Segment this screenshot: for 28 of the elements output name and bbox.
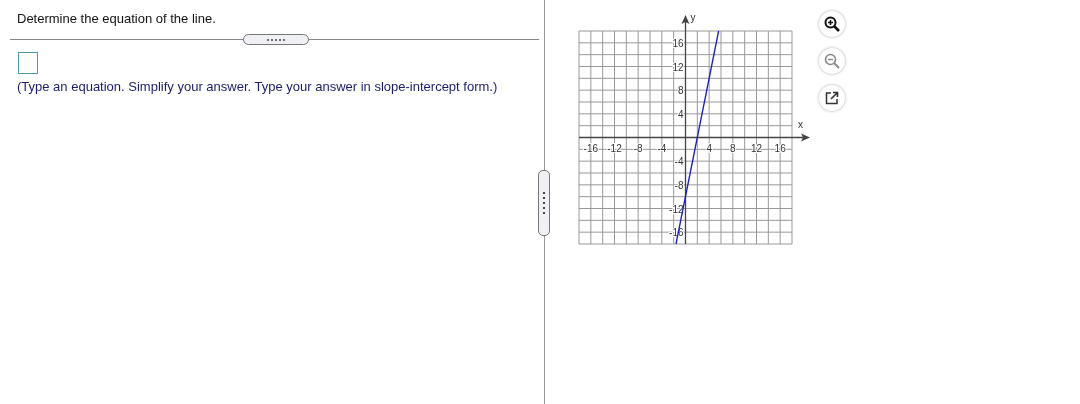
resize-handle[interactable]: [538, 170, 550, 236]
tick-label: 8: [730, 142, 736, 154]
tick-label: 8: [677, 85, 684, 97]
tick-label: 12: [750, 142, 763, 154]
tick-label: -8: [674, 179, 684, 191]
zoom-out-button[interactable]: [819, 48, 845, 74]
tick-label: -12: [607, 142, 622, 154]
tick-label: -4: [674, 156, 684, 168]
tick-label: 16: [774, 142, 786, 154]
resize-handle[interactable]: [243, 34, 309, 45]
tick-label: -4: [657, 142, 667, 154]
tick-label: 16: [672, 37, 684, 49]
zoom-in-button[interactable]: [819, 11, 845, 37]
popout-icon: [825, 91, 839, 105]
tick-label: -12: [669, 203, 684, 215]
tick-label: 4: [677, 108, 684, 120]
axis-label: y: [690, 12, 696, 23]
zoom-in-icon: [824, 16, 840, 32]
answer-box[interactable]: [18, 52, 38, 74]
zoom-out-icon: [824, 53, 840, 69]
tick-label: 12: [672, 61, 684, 73]
question-text: Determine the equation of the line.: [16, 10, 217, 26]
popout-button[interactable]: [819, 85, 845, 111]
axis-label: x: [798, 118, 803, 130]
instruction-text: (Type an equation. Simplify your answer. Type your answer in slope-intercept form.): [17, 78, 499, 96]
tick-label: -16: [583, 142, 599, 154]
tick-label: 4: [706, 142, 712, 154]
tick-label: -8: [633, 142, 643, 154]
